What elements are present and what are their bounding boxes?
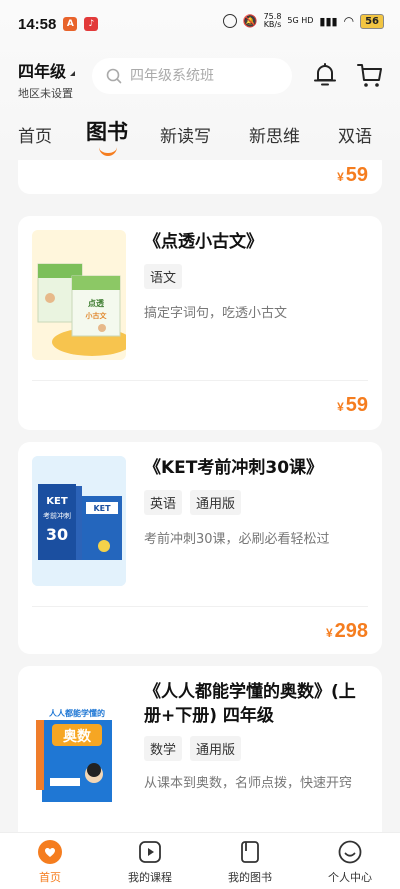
alarm-icon <box>222 14 237 28</box>
book-icon <box>241 841 259 863</box>
book-card[interactable]: KET 考前冲刺 30 KET 《KET考前冲刺30课》 英语 通用版 考前冲刺… <box>18 442 382 654</box>
tab-books[interactable]: 图书 <box>86 116 128 146</box>
battery-indicator: 56 <box>360 13 384 29</box>
bell-icon[interactable] <box>310 60 340 90</box>
signal-icon: ▮▮▮ <box>319 14 338 28</box>
nav-label: 个人中心 <box>328 871 372 884</box>
book-list: ¥59 点透 小古文 《点透小古文》 语文 搞定字词句，吃透小古文 ¥ 59 K… <box>0 160 400 832</box>
tag-list: 数学 通用版 <box>144 736 242 761</box>
search-icon <box>106 68 122 84</box>
nav-label: 我的课程 <box>128 871 172 884</box>
mute-icon: 🔕 <box>242 14 258 28</box>
book-card[interactable]: 人人都能学懂的 奥数 《人人都能学懂的奥数》(上 册+下册) 四年级 数学 通用… <box>18 666 382 832</box>
nav-label: 首页 <box>39 871 61 884</box>
search-input[interactable] <box>130 68 290 84</box>
svg-text:小古文: 小古文 <box>85 311 108 320</box>
signal-label: 5G HD <box>287 16 314 25</box>
nav-label: 我的图书 <box>228 871 272 884</box>
price-value: 298 <box>334 620 368 642</box>
price: ¥298 <box>326 620 368 643</box>
book-cover-image: 人人都能学懂的 奥数 <box>32 680 126 810</box>
svg-text:KET: KET <box>46 496 68 507</box>
tag-list: 语文 <box>144 264 183 289</box>
subject-tag: 英语 <box>144 490 183 515</box>
price: ¥59 <box>337 394 368 417</box>
nav-my-courses[interactable]: 我的课程 <box>110 839 190 885</box>
tab-bilingual[interactable]: 双语 <box>338 122 372 147</box>
edition-tag: 通用版 <box>190 736 242 761</box>
book-title-line2: 册+下册) 四年级 <box>144 706 274 726</box>
book-cover-image: KET 考前冲刺 30 KET <box>32 456 126 586</box>
book-title-line1: 《人人都能学懂的奥数》(上 <box>144 682 356 702</box>
grade-label: 四年级 <box>18 62 67 81</box>
book-title: 《KET考前冲刺30课》 <box>144 458 324 478</box>
status-time: 14:58 <box>18 15 57 33</box>
svg-text:点透: 点透 <box>88 298 104 308</box>
book-title: 《人人都能学懂的奥数》(上 册+下册) 四年级 <box>144 680 370 728</box>
svg-text:人人都能学懂的: 人人都能学懂的 <box>49 708 105 718</box>
price-value: 59 <box>345 164 368 186</box>
svg-text:30: 30 <box>46 525 68 544</box>
bottom-nav: 首页 我的课程 我的图书 个人中心 <box>0 832 400 889</box>
home-heart-icon <box>38 840 62 864</box>
grade-name-row: 四年级 <box>18 58 76 82</box>
region-label: 地区未设置 <box>18 87 73 100</box>
status-bar: 14:58 A ♪ 🔕 75.8 KB/s 5G HD ▮▮▮ ◠ 56 <box>0 0 400 48</box>
svg-text:考前冲刺: 考前冲刺 <box>43 511 71 520</box>
book-cover-graphic: 点透 小古文 <box>32 230 126 360</box>
price-value: 59 <box>345 394 368 416</box>
nav-profile[interactable]: 个人中心 <box>310 839 390 885</box>
caret-icon <box>70 70 76 76</box>
book-description: 从课本到奥数，名师点拨，快速开窍 <box>144 776 353 791</box>
price: ¥59 <box>337 164 368 187</box>
book-description: 考前冲刺30课，必刷必看轻松过 <box>144 532 330 547</box>
subject-tag: 语文 <box>144 264 183 289</box>
music-notification-icon: ♪ <box>84 17 99 31</box>
grade-selector[interactable]: 四年级 地区未设置 <box>18 58 76 101</box>
svg-text:KET: KET <box>93 504 111 513</box>
tab-home[interactable]: 首页 <box>18 122 52 147</box>
book-title: 《点透小古文》 <box>144 232 263 252</box>
price-symbol: ¥ <box>337 170 344 184</box>
book-cover-graphic: KET 考前冲刺 30 KET <box>32 456 126 586</box>
nav-home[interactable]: 首页 <box>10 839 90 885</box>
app-notification-icon: A <box>63 17 78 31</box>
book-cover-image: 点透 小古文 <box>32 230 126 360</box>
category-tabs: 首页 图书 新读写 新思维 双语 <box>0 112 400 158</box>
network-speed-unit: KB/s <box>263 20 282 29</box>
book-description: 搞定字词句，吃透小古文 <box>144 306 288 321</box>
header: 四年级 地区未设置 <box>0 52 400 100</box>
status-right: 🔕 75.8 KB/s 5G HD ▮▮▮ ◠ 56 <box>222 13 384 29</box>
edition-tag: 通用版 <box>190 490 242 515</box>
smile-icon <box>338 840 362 864</box>
tab-new-thinking[interactable]: 新思维 <box>249 122 300 147</box>
wifi-icon: ◠ <box>343 14 355 28</box>
book-cover-graphic: 人人都能学懂的 奥数 <box>32 680 126 810</box>
divider <box>32 380 368 381</box>
book-card[interactable]: 点透 小古文 《点透小古文》 语文 搞定字词句，吃透小古文 ¥59 <box>18 216 382 430</box>
price-symbol: ¥ <box>325 626 333 640</box>
network-speed: 75.8 KB/s <box>264 13 282 29</box>
svg-text:奥数: 奥数 <box>63 728 92 745</box>
subject-tag: 数学 <box>144 736 183 761</box>
book-card[interactable]: ¥59 <box>18 160 382 194</box>
price-symbol: ¥ <box>337 400 344 414</box>
tag-list: 英语 通用版 <box>144 490 242 515</box>
play-icon <box>139 841 161 863</box>
divider <box>32 606 368 607</box>
search-box[interactable] <box>92 58 292 94</box>
cart-icon[interactable] <box>355 60 385 90</box>
nav-my-books[interactable]: 我的图书 <box>210 839 290 885</box>
tab-new-reading-writing[interactable]: 新读写 <box>160 122 211 147</box>
